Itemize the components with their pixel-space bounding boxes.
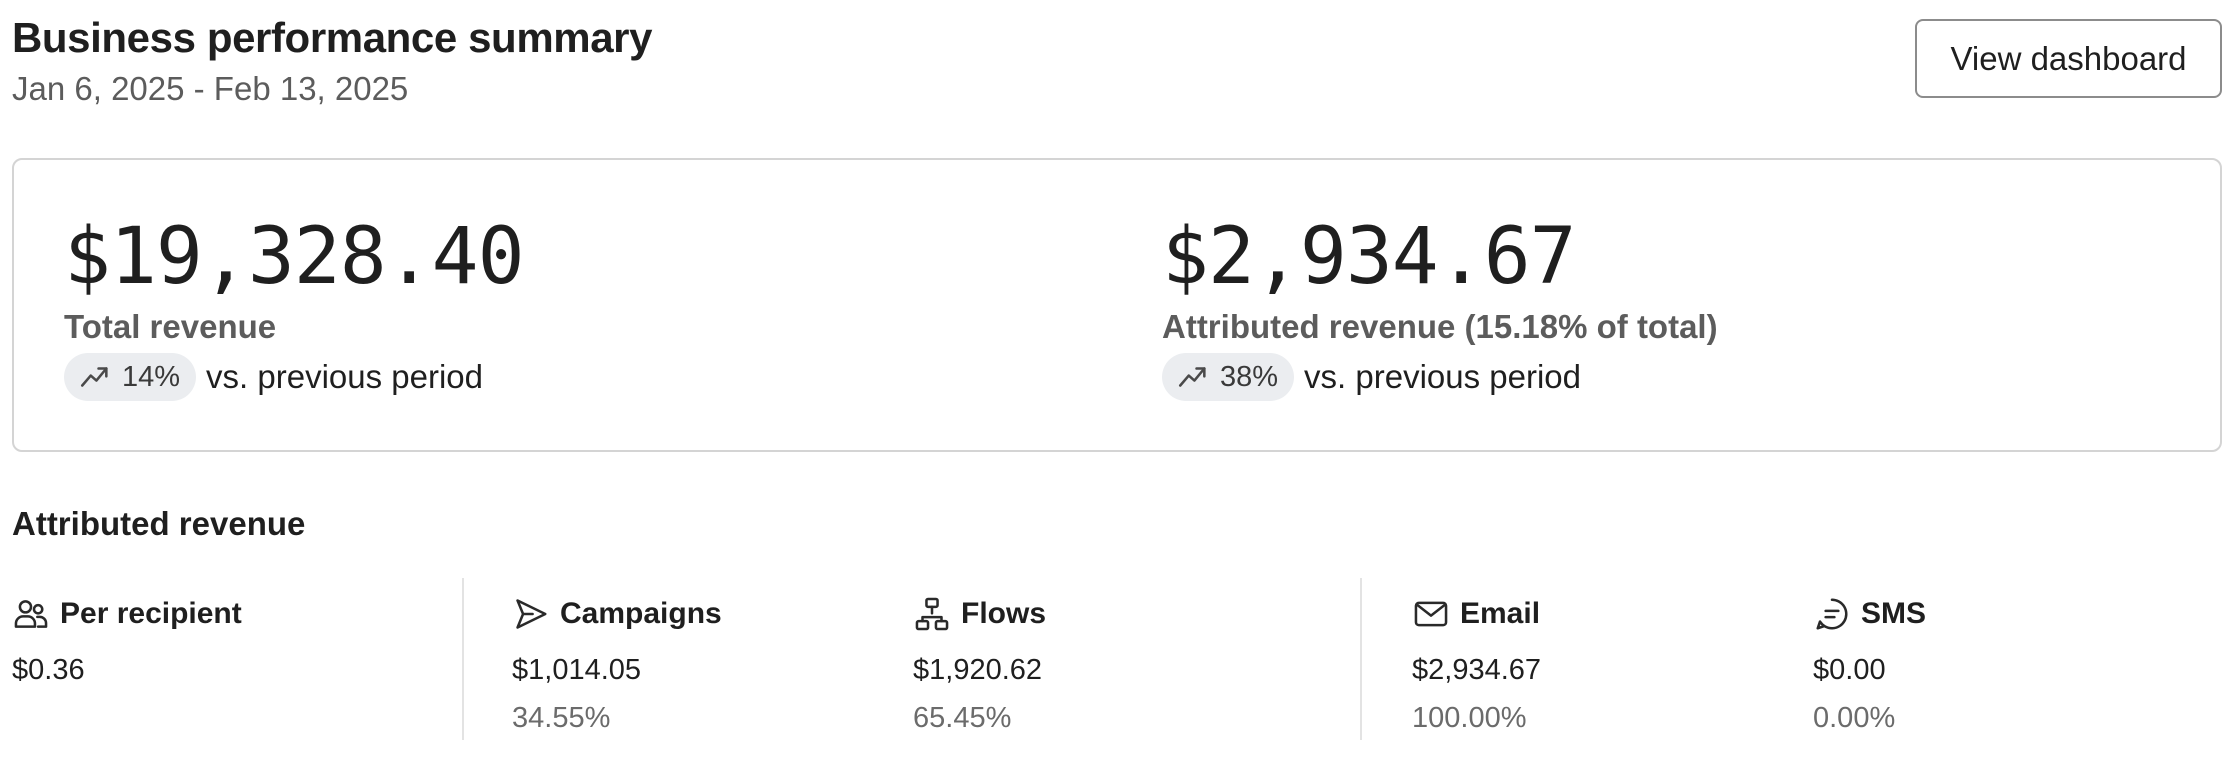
attributed-revenue-breakdown: Per recipient $0.36 Campaigns $1,014.05 … — [12, 578, 2222, 740]
attributed-revenue-section-title: Attributed revenue — [12, 505, 306, 542]
stat-per-recipient: Per recipient $0.36 — [12, 578, 452, 740]
send-icon — [516, 599, 547, 629]
attributed-revenue-change: 38% vs. previous period — [1162, 352, 1581, 402]
stat-label: Email — [1460, 597, 1541, 630]
page-header: Business performance summary Jan 6, 2025… — [12, 10, 2222, 110]
attributed-revenue-metric: $2,934.67 Attributed revenue (15.18% of … — [1162, 160, 2212, 450]
divider — [462, 578, 464, 740]
stat-value: $0.00 — [1813, 654, 1886, 686]
stat-campaigns: Campaigns $1,014.05 34.55% — [512, 578, 892, 740]
stat-percent: 65.45% — [913, 702, 1012, 734]
change-comparison-text: vs. previous period — [206, 358, 484, 395]
performance-summary-page: Business performance summary Jan 6, 2025… — [12, 0, 2222, 776]
trending-up-icon — [1178, 367, 1206, 387]
stat-header: SMS — [1813, 594, 1926, 634]
change-badge: 14% — [64, 353, 197, 401]
total-revenue-label: Total revenue — [64, 308, 277, 345]
stat-value: $1,014.05 — [512, 654, 642, 686]
stat-label: SMS — [1861, 597, 1927, 630]
chat-icon — [1816, 598, 1848, 630]
stat-percent: 0.00% — [1813, 702, 1896, 734]
view-dashboard-button[interactable]: View dashboard — [1915, 19, 2222, 98]
stat-value: $1,920.62 — [913, 654, 1043, 686]
flow-icon — [915, 597, 949, 631]
mail-icon — [1414, 601, 1448, 627]
total-revenue-metric: $19,328.40 Total revenue 14% vs. previou… — [64, 160, 1114, 450]
total-revenue-change: 14% vs. previous period — [64, 352, 483, 402]
stat-percent: 34.55% — [512, 702, 611, 734]
attributed-revenue-value: $2,934.67 — [1162, 212, 1577, 302]
stat-label: Flows — [961, 597, 1047, 630]
stat-value: $2,934.67 — [1412, 654, 1542, 686]
revenue-summary-card: $19,328.40 Total revenue 14% vs. previou… — [12, 158, 2222, 452]
stat-percent: 100.00% — [1412, 702, 1527, 734]
change-percent: 38% — [1220, 360, 1279, 393]
date-range: Jan 6, 2025 - Feb 13, 2025 — [12, 70, 409, 107]
stat-flows: Flows $1,920.62 65.45% — [913, 578, 1333, 740]
attributed-revenue-label: Attributed revenue (15.18% of total) — [1162, 308, 1718, 345]
stat-value: $0.36 — [12, 654, 85, 686]
stat-label: Campaigns — [560, 597, 722, 630]
change-percent: 14% — [122, 360, 181, 393]
divider — [1360, 578, 1362, 740]
users-icon — [14, 600, 48, 628]
change-badge: 38% — [1162, 353, 1295, 401]
total-revenue-value: $19,328.40 — [64, 212, 525, 302]
stat-label: Per recipient — [60, 597, 242, 630]
stat-header: Email — [1412, 594, 1540, 634]
stat-header: Campaigns — [512, 594, 722, 634]
stat-header: Per recipient — [12, 594, 242, 634]
page-title: Business performance summary — [12, 14, 653, 61]
trending-up-icon — [80, 367, 108, 387]
stat-header: Flows — [913, 594, 1046, 634]
stat-email: Email $2,934.67 100.00% — [1412, 578, 1792, 740]
stat-sms: SMS $0.00 0.00% — [1813, 578, 2213, 740]
change-comparison-text: vs. previous period — [1304, 358, 1582, 395]
